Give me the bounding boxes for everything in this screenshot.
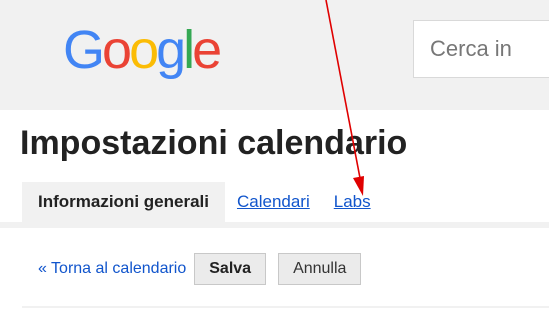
tab-labs[interactable]: Labs [322, 182, 383, 222]
page-title: Impostazioni calendario [20, 124, 408, 162]
action-bar: « Torna al calendario Salva Annulla [38, 252, 373, 286]
google-logo[interactable]: Google [63, 20, 222, 80]
search-box[interactable] [413, 20, 549, 78]
logo-letter: o [129, 20, 159, 80]
save-button[interactable]: Salva [194, 253, 267, 285]
section-divider [22, 306, 549, 308]
logo-letter: o [102, 20, 132, 80]
tabs-divider [0, 222, 549, 228]
logo-letter: G [63, 20, 105, 80]
search-input[interactable] [428, 35, 549, 63]
header-bar: Google [0, 0, 549, 110]
logo-letter: e [192, 20, 222, 80]
logo-letter: g [156, 20, 186, 80]
settings-tabs: Informazioni generali Calendari Labs [22, 182, 383, 222]
tab-calendari[interactable]: Calendari [225, 182, 322, 222]
tab-informazioni-generali[interactable]: Informazioni generali [22, 182, 225, 222]
back-to-calendar-link[interactable]: « Torna al calendario [38, 260, 186, 278]
logo-letter: l [183, 20, 195, 80]
cancel-button[interactable]: Annulla [278, 253, 362, 285]
